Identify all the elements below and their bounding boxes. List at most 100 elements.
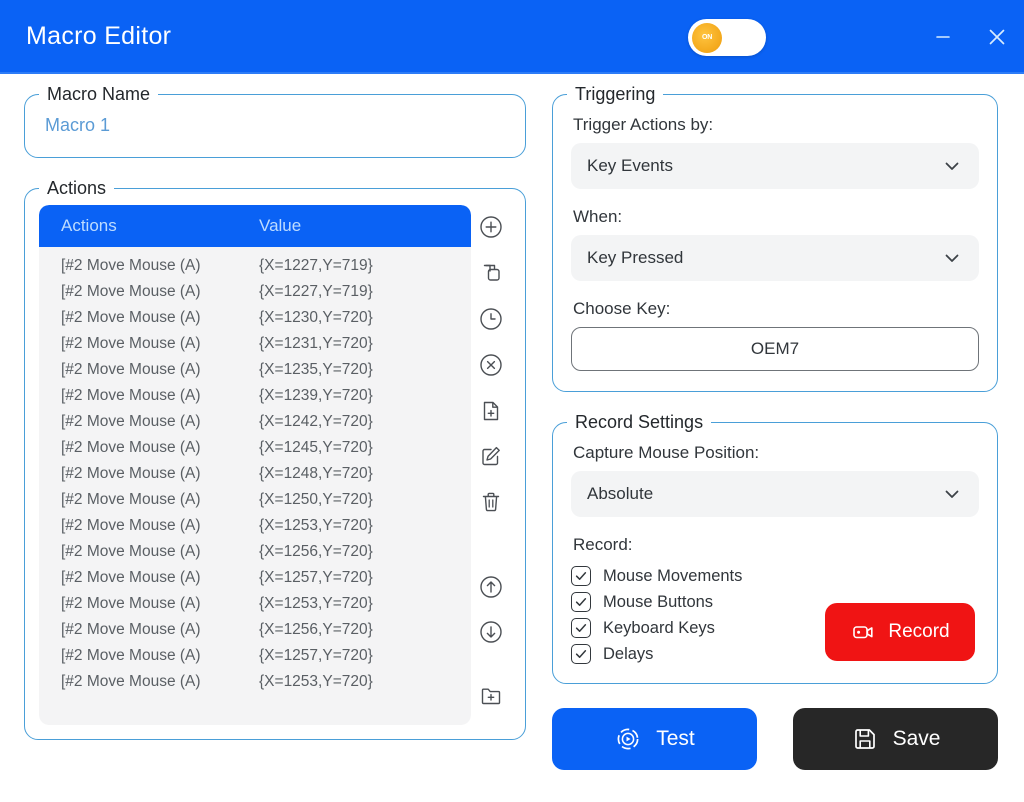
move-down-icon: [478, 619, 504, 645]
table-row[interactable]: [#2 Move Mouse (A){X=1257,Y=720}: [39, 643, 471, 669]
table-row[interactable]: [#2 Move Mouse (A){X=1253,Y=720}: [39, 513, 471, 539]
action-cell: [#2 Move Mouse (A): [39, 387, 259, 405]
action-cell: [#2 Move Mouse (A): [39, 621, 259, 639]
table-row[interactable]: [#2 Move Mouse (A){X=1239,Y=720}: [39, 383, 471, 409]
test-button[interactable]: Test: [552, 708, 757, 770]
open-folder-button[interactable]: [474, 679, 508, 712]
action-cell: [#2 Move Mouse (A): [39, 595, 259, 613]
value-cell: {X=1248,Y=720}: [259, 465, 471, 483]
value-cell: {X=1239,Y=720}: [259, 387, 471, 405]
checkbox-icon: [571, 618, 591, 638]
left-column: Macro Name Macro 1 Actions Actions Value…: [24, 94, 526, 740]
action-cell: [#2 Move Mouse (A): [39, 569, 259, 587]
action-cell: [#2 Move Mouse (A): [39, 647, 259, 665]
table-row[interactable]: [#2 Move Mouse (A){X=1253,Y=720}: [39, 669, 471, 695]
checkbox-icon: [571, 644, 591, 664]
minimize-button[interactable]: [916, 0, 970, 74]
table-row[interactable]: [#2 Move Mouse (A){X=1245,Y=720}: [39, 435, 471, 461]
checkbox-icon: [571, 566, 591, 586]
actions-list[interactable]: Actions Value [#2 Move Mouse (A){X=1227,…: [39, 205, 471, 725]
floppy-disk-icon: [851, 725, 879, 753]
choose-key-field[interactable]: OEM7: [571, 327, 979, 371]
value-cell: {X=1253,Y=720}: [259, 517, 471, 535]
remove-action-icon: [478, 352, 504, 378]
macro-name-legend: Macro Name: [39, 83, 158, 105]
table-row[interactable]: [#2 Move Mouse (A){X=1242,Y=720}: [39, 409, 471, 435]
record-settings-group: Record Settings Capture Mouse Position: …: [552, 422, 998, 684]
record-checkbox-label: Mouse Movements: [603, 567, 742, 586]
triggering-group: Triggering Trigger Actions by: Key Event…: [552, 94, 998, 392]
value-cell: {X=1253,Y=720}: [259, 595, 471, 613]
title-bar: Macro Editor ON: [0, 0, 1024, 74]
duplicate-action-button[interactable]: [474, 257, 508, 290]
table-row[interactable]: [#2 Move Mouse (A){X=1257,Y=720}: [39, 565, 471, 591]
triggering-legend: Triggering: [567, 83, 663, 105]
save-button[interactable]: Save: [793, 708, 998, 770]
add-action-icon: [478, 214, 504, 240]
value-cell: {X=1242,Y=720}: [259, 413, 471, 431]
actions-list-body[interactable]: [#2 Move Mouse (A){X=1227,Y=719}[#2 Move…: [39, 247, 471, 725]
table-row[interactable]: [#2 Move Mouse (A){X=1230,Y=720}: [39, 305, 471, 331]
play-circle-icon: [614, 725, 642, 753]
table-row[interactable]: [#2 Move Mouse (A){X=1256,Y=720}: [39, 539, 471, 565]
table-row[interactable]: [#2 Move Mouse (A){X=1256,Y=720}: [39, 617, 471, 643]
move-up-button[interactable]: [474, 570, 508, 603]
footer-buttons: Test Save: [552, 708, 998, 770]
record-checkbox-label: Keyboard Keys: [603, 619, 715, 638]
value-cell: {X=1256,Y=720}: [259, 543, 471, 561]
window-controls: [916, 0, 1024, 74]
table-row[interactable]: [#2 Move Mouse (A){X=1253,Y=720}: [39, 591, 471, 617]
capture-mouse-value: Absolute: [587, 484, 653, 504]
choose-key-label: Choose Key:: [573, 299, 979, 319]
action-cell: [#2 Move Mouse (A): [39, 257, 259, 275]
when-label: When:: [573, 207, 979, 227]
value-cell: {X=1235,Y=720}: [259, 361, 471, 379]
close-button[interactable]: [970, 0, 1024, 74]
move-up-icon: [478, 574, 504, 600]
action-cell: [#2 Move Mouse (A): [39, 361, 259, 379]
trigger-by-select[interactable]: Key Events: [571, 143, 979, 189]
add-action-button[interactable]: [474, 211, 508, 244]
trigger-by-value: Key Events: [587, 156, 673, 176]
chevron-down-icon: [941, 247, 963, 269]
delete-action-button[interactable]: [474, 486, 508, 519]
toggle-knob: ON: [692, 23, 722, 53]
action-cell: [#2 Move Mouse (A): [39, 283, 259, 301]
capture-mouse-select[interactable]: Absolute: [571, 471, 979, 517]
move-down-button[interactable]: [474, 616, 508, 649]
test-button-label: Test: [656, 727, 695, 751]
record-button[interactable]: Record: [825, 603, 975, 661]
save-button-label: Save: [893, 727, 941, 751]
edit-action-button[interactable]: [474, 440, 508, 473]
minimize-icon: [933, 27, 953, 47]
remove-action-button[interactable]: [474, 348, 508, 381]
table-row[interactable]: [#2 Move Mouse (A){X=1235,Y=720}: [39, 357, 471, 383]
table-row[interactable]: [#2 Move Mouse (A){X=1227,Y=719}: [39, 279, 471, 305]
value-cell: {X=1256,Y=720}: [259, 621, 471, 639]
table-row[interactable]: [#2 Move Mouse (A){X=1248,Y=720}: [39, 461, 471, 487]
checkbox-icon: [571, 592, 591, 612]
action-cell: [#2 Move Mouse (A): [39, 335, 259, 353]
action-cell: [#2 Move Mouse (A): [39, 673, 259, 691]
actions-toolbar: [471, 205, 511, 725]
delay-clock-button[interactable]: [474, 303, 508, 336]
when-select[interactable]: Key Pressed: [571, 235, 979, 281]
record-checkbox[interactable]: Mouse Movements: [571, 563, 979, 589]
duplicate-action-icon: [478, 260, 504, 286]
value-cell: {X=1253,Y=720}: [259, 673, 471, 691]
delete-action-icon: [478, 489, 504, 515]
mode-toggle[interactable]: ON: [688, 19, 766, 56]
value-cell: {X=1227,Y=719}: [259, 257, 471, 275]
actions-list-header: Actions Value: [39, 205, 471, 247]
new-file-button[interactable]: [474, 394, 508, 427]
table-row[interactable]: [#2 Move Mouse (A){X=1227,Y=719}: [39, 253, 471, 279]
action-cell: [#2 Move Mouse (A): [39, 517, 259, 535]
close-icon: [986, 26, 1008, 48]
new-file-icon: [478, 398, 504, 424]
table-row[interactable]: [#2 Move Mouse (A){X=1250,Y=720}: [39, 487, 471, 513]
chevron-down-icon: [941, 483, 963, 505]
action-cell: [#2 Move Mouse (A): [39, 491, 259, 509]
record-label: Record:: [573, 535, 979, 555]
right-column: Triggering Trigger Actions by: Key Event…: [552, 94, 998, 770]
table-row[interactable]: [#2 Move Mouse (A){X=1231,Y=720}: [39, 331, 471, 357]
